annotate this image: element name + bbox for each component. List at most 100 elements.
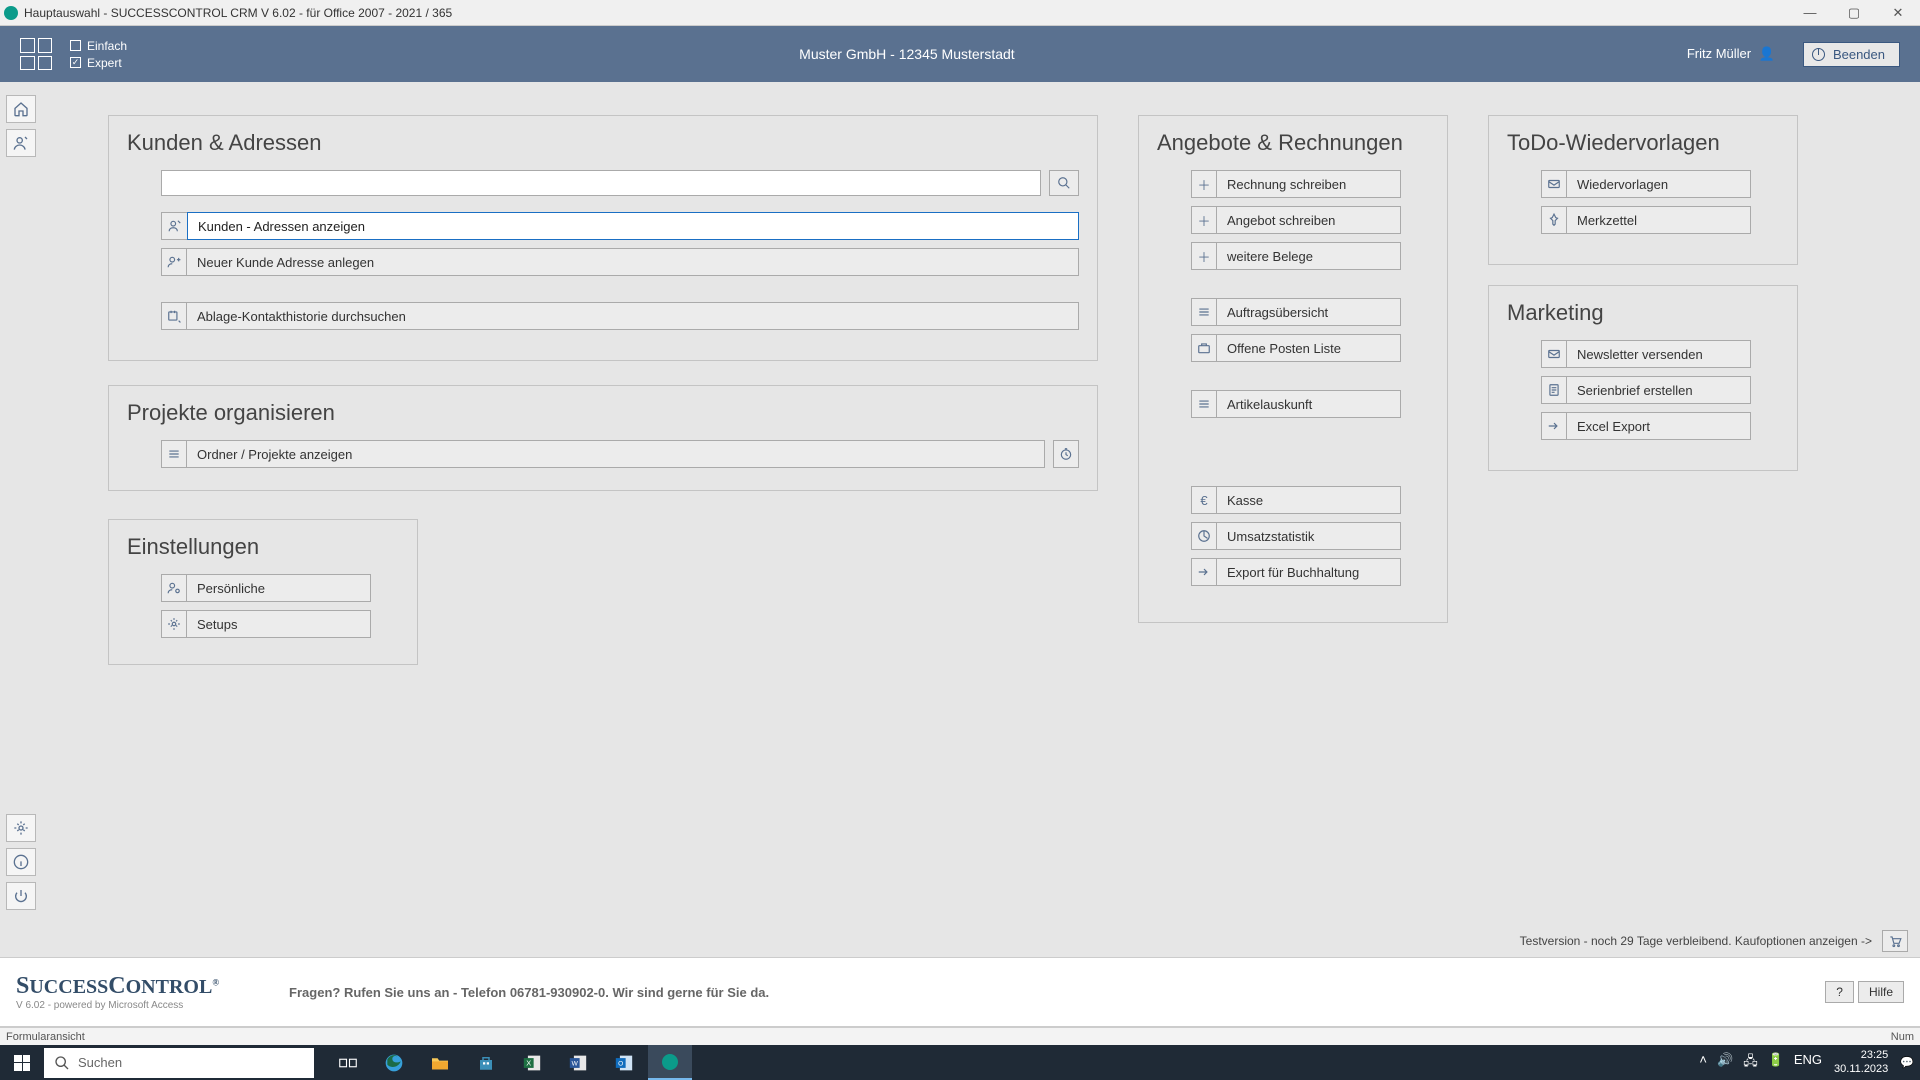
write-offer-label: Angebot schreiben <box>1217 206 1401 234</box>
status-bar: Formularansicht Num <box>0 1027 1920 1045</box>
gear-icon <box>13 820 29 836</box>
word-button[interactable]: W <box>556 1045 600 1080</box>
more-docs-label: weitere Belege <box>1217 242 1401 270</box>
close-button[interactable]: ✕ <box>1888 5 1908 21</box>
excel-button[interactable]: X <box>510 1045 554 1080</box>
newsletter-button[interactable]: Newsletter versenden <box>1541 340 1751 368</box>
excel-export-label: Excel Export <box>1567 412 1751 440</box>
maximize-button[interactable]: ▢ <box>1844 5 1864 21</box>
export-icon <box>1541 412 1567 440</box>
serialletter-button[interactable]: Serienbrief erstellen <box>1541 376 1751 404</box>
revenue-stats-button[interactable]: Umsatzstatistik <box>1191 522 1401 550</box>
contact-history-button[interactable]: Ablage-Kontakthistorie durchsuchen <box>161 302 1079 330</box>
question-button[interactable]: ? <box>1825 981 1854 1003</box>
power-off-button[interactable] <box>6 882 36 910</box>
task-view-button[interactable] <box>326 1045 370 1080</box>
start-button[interactable] <box>0 1045 44 1080</box>
outlook-button[interactable]: O <box>602 1045 646 1080</box>
window-title: Hauptauswahl - SUCCESSCONTROL CRM V 6.02… <box>24 6 1800 20</box>
explorer-button[interactable] <box>418 1045 462 1080</box>
excel-export-button[interactable]: Excel Export <box>1541 412 1751 440</box>
checkbox-unchecked-icon <box>70 40 81 51</box>
successcontrol-button[interactable] <box>648 1045 692 1080</box>
open-items-button[interactable]: Offene Posten Liste <box>1191 334 1401 362</box>
person-list-icon <box>161 212 187 240</box>
tray-chevron-icon[interactable]: ˄ <box>1699 1052 1707 1074</box>
company-title: Muster GmbH - 12345 Musterstadt <box>127 46 1687 62</box>
mode-simple-toggle[interactable]: Einfach <box>70 39 127 53</box>
plus-icon: ＋ <box>1191 206 1217 234</box>
open-items-label: Offene Posten Liste <box>1217 334 1401 362</box>
projects-timer-button[interactable] <box>1053 440 1079 468</box>
search-button[interactable] <box>1049 170 1079 196</box>
home-button[interactable] <box>6 95 36 123</box>
settings-title: Einstellungen <box>127 534 399 560</box>
help-button[interactable]: Hilfe <box>1858 981 1904 1003</box>
status-right: Num <box>1891 1031 1914 1043</box>
system-clock[interactable]: 23:25 30.11.2023 <box>1834 1049 1888 1075</box>
offers-title: Angebote & Rechnungen <box>1157 130 1429 156</box>
customers-show-button[interactable]: Kunden - Adressen anzeigen <box>161 212 1079 240</box>
current-user[interactable]: Fritz Müller 👤 <box>1687 46 1775 62</box>
tray-volume-icon[interactable]: 🔊 <box>1717 1052 1733 1074</box>
task-view-icon <box>339 1056 357 1070</box>
mail-icon <box>1541 340 1567 368</box>
clock-icon <box>1059 447 1073 461</box>
list-icon <box>1191 390 1217 418</box>
cash-label: Kasse <box>1217 486 1401 514</box>
search-placeholder: Suchen <box>78 1055 122 1070</box>
notifications-icon[interactable]: 💬 <box>1900 1056 1914 1069</box>
customers-show-label: Kunden - Adressen anzeigen <box>187 212 1079 240</box>
contacts-button[interactable] <box>6 129 36 157</box>
user-name: Fritz Müller <box>1687 46 1751 61</box>
write-offer-button[interactable]: ＋ Angebot schreiben <box>1191 206 1401 234</box>
export-icon <box>1191 558 1217 586</box>
projects-show-button[interactable]: Ordner / Projekte anzeigen <box>161 440 1045 468</box>
settings-gear-button[interactable] <box>6 814 36 842</box>
svg-text:O: O <box>618 1060 623 1067</box>
accounting-export-button[interactable]: Export für Buchhaltung <box>1191 558 1401 586</box>
offers-panel: Angebote & Rechnungen ＋ Rechnung schreib… <box>1138 115 1448 623</box>
more-docs-button[interactable]: ＋ weitere Belege <box>1191 242 1401 270</box>
cart-icon <box>1888 934 1902 948</box>
revenue-stats-label: Umsatzstatistik <box>1217 522 1401 550</box>
mode-expert-toggle[interactable]: ✓ Expert <box>70 56 127 70</box>
briefcase-icon <box>1191 334 1217 362</box>
logo-subtitle: V 6.02 - powered by Microsoft Access <box>16 1000 219 1011</box>
article-info-label: Artikelauskunft <box>1217 390 1401 418</box>
customers-title: Kunden & Adressen <box>127 130 1079 156</box>
excel-icon: X <box>522 1054 542 1072</box>
resubmissions-button[interactable]: Wiedervorlagen <box>1541 170 1751 198</box>
store-button[interactable] <box>464 1045 508 1080</box>
exit-button[interactable]: Beenden <box>1803 42 1900 67</box>
setups-button[interactable]: Setups <box>161 610 371 638</box>
app-menu-icon[interactable] <box>20 38 52 70</box>
edge-button[interactable] <box>372 1045 416 1080</box>
app-header: Einfach ✓ Expert Muster GmbH - 12345 Mus… <box>0 26 1920 82</box>
plus-icon: ＋ <box>1191 242 1217 270</box>
footer-bar: SUCCESSCONTROL® V 6.02 - powered by Micr… <box>0 957 1920 1027</box>
article-info-button[interactable]: Artikelauskunft <box>1191 390 1401 418</box>
notes-button[interactable]: Merkzettel <box>1541 206 1751 234</box>
customers-new-button[interactable]: Neuer Kunde Adresse anlegen <box>161 248 1079 276</box>
minimize-button[interactable]: — <box>1800 5 1820 21</box>
folder-icon <box>430 1055 450 1071</box>
projects-show-label: Ordner / Projekte anzeigen <box>187 440 1045 468</box>
tray-language[interactable]: ENG <box>1794 1052 1822 1074</box>
info-button[interactable] <box>6 848 36 876</box>
order-overview-button[interactable]: Auftragsübersicht <box>1191 298 1401 326</box>
tray-battery-icon[interactable]: 🔋 <box>1768 1052 1784 1074</box>
customer-search-input[interactable] <box>161 170 1041 196</box>
word-icon: W <box>568 1054 588 1072</box>
sc-app-icon <box>662 1054 678 1070</box>
windows-search[interactable]: Suchen <box>44 1048 314 1078</box>
projects-title: Projekte organisieren <box>127 400 1079 426</box>
personal-settings-button[interactable]: Persönliche <box>161 574 371 602</box>
write-invoice-button[interactable]: ＋ Rechnung schreiben <box>1191 170 1401 198</box>
cash-button[interactable]: € Kasse <box>1191 486 1401 514</box>
buy-button[interactable] <box>1882 930 1908 952</box>
home-icon <box>13 101 29 117</box>
mode-expert-label: Expert <box>87 56 122 70</box>
app-icon <box>4 6 18 20</box>
tray-network-icon[interactable]: 🖧 <box>1743 1052 1758 1074</box>
